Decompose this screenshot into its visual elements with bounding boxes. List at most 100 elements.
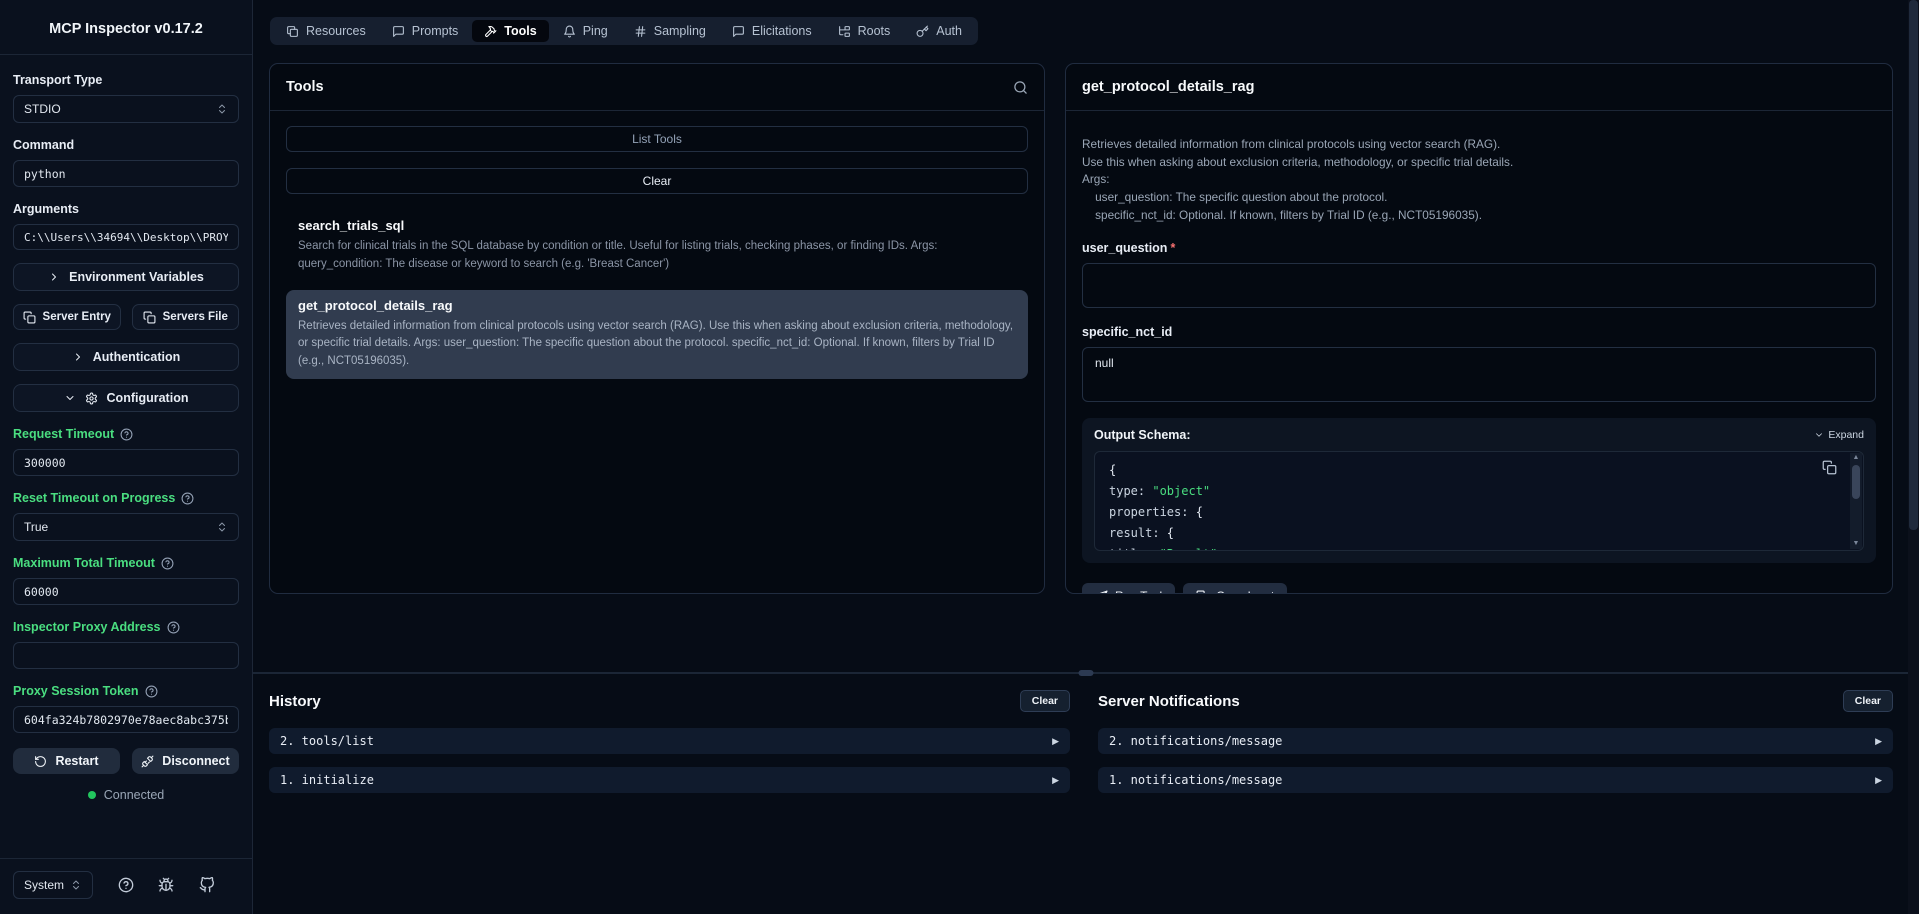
schema-code-box: { type: "object" properties: { result: {… bbox=[1094, 451, 1864, 551]
page-scrollbar[interactable] bbox=[1908, 0, 1919, 914]
specific-nct-id-label: specific_nct_id bbox=[1082, 325, 1876, 339]
chevron-right-icon bbox=[72, 351, 84, 363]
user-question-label: user_question* bbox=[1082, 241, 1876, 255]
reset-timeout-select[interactable]: True bbox=[13, 513, 239, 541]
app-title: MCP Inspector v0.17.2 bbox=[0, 0, 252, 55]
accordion-row[interactable]: 1. initialize▶ bbox=[269, 767, 1070, 793]
list-tools-button[interactable]: List Tools bbox=[286, 126, 1028, 152]
accordion-row[interactable]: 2. tools/list▶ bbox=[269, 728, 1070, 754]
tab-auth[interactable]: Auth bbox=[904, 20, 974, 42]
help-icon[interactable] bbox=[161, 557, 174, 570]
scroll-down-icon[interactable]: ▼ bbox=[1853, 540, 1860, 548]
clear-history-button[interactable]: Clear bbox=[1020, 690, 1070, 712]
tab-ping[interactable]: Ping bbox=[551, 20, 620, 42]
schema-scrollbar[interactable]: ▲ ▼ bbox=[1850, 453, 1862, 549]
connection-status: Connected bbox=[13, 788, 239, 802]
run-tool-button[interactable]: Run Tool bbox=[1082, 583, 1175, 594]
send-icon bbox=[1095, 590, 1108, 594]
server-notifications-panel: Server Notifications Clear 2. notificati… bbox=[1098, 690, 1893, 793]
disconnect-button[interactable]: Disconnect bbox=[132, 748, 239, 774]
required-asterisk: * bbox=[1170, 241, 1175, 255]
clear-tools-button[interactable]: Clear bbox=[286, 168, 1028, 194]
proxy-token-input[interactable] bbox=[24, 713, 228, 727]
max-timeout-label: Maximum Total Timeout bbox=[13, 556, 239, 570]
command-input[interactable] bbox=[24, 167, 228, 181]
clear-notifications-button[interactable]: Clear bbox=[1843, 690, 1893, 712]
help-icon[interactable] bbox=[181, 492, 194, 505]
sidebar-footer: System bbox=[0, 858, 252, 914]
expand-schema-toggle[interactable]: Expand bbox=[1814, 429, 1864, 441]
restart-button[interactable]: Restart bbox=[13, 748, 120, 774]
panel-divider bbox=[253, 672, 1919, 674]
tool-detail-title: get_protocol_details_rag bbox=[1082, 79, 1254, 95]
accordion-row[interactable]: 1. notifications/message▶ bbox=[1098, 767, 1893, 793]
history-rows: 2. tools/list▶ 1. initialize▶ bbox=[269, 728, 1070, 793]
expand-arrow-icon: ▶ bbox=[1052, 736, 1059, 747]
expand-arrow-icon: ▶ bbox=[1052, 775, 1059, 786]
panel-resize-handle[interactable] bbox=[1079, 670, 1094, 676]
tools-panel-title: Tools bbox=[286, 79, 324, 95]
tool-list: search_trials_sqlSearch for clinical tri… bbox=[286, 210, 1028, 379]
tree-icon bbox=[838, 25, 851, 38]
help-icon[interactable] bbox=[120, 428, 133, 441]
tool-item-search_trials_sql[interactable]: search_trials_sqlSearch for clinical tri… bbox=[286, 210, 1028, 282]
servers-file-button[interactable]: Servers File bbox=[132, 304, 240, 330]
tab-prompts[interactable]: Prompts bbox=[380, 20, 471, 42]
output-schema-section: Output Schema: Expand { type: "object" p… bbox=[1082, 418, 1876, 563]
hash-icon bbox=[634, 25, 647, 38]
copy-schema-icon[interactable] bbox=[1822, 460, 1837, 475]
authentication-button[interactable]: Authentication bbox=[13, 343, 239, 371]
transport-type-select[interactable]: STDIO bbox=[13, 95, 239, 123]
scrollbar-thumb[interactable] bbox=[1852, 465, 1860, 499]
tab-roots[interactable]: Roots bbox=[826, 20, 903, 42]
proxy-address-label: Inspector Proxy Address bbox=[13, 620, 239, 634]
copy-icon bbox=[1196, 590, 1209, 594]
arguments-label: Arguments bbox=[13, 202, 239, 216]
arguments-input[interactable] bbox=[24, 231, 228, 244]
gear-icon bbox=[85, 392, 98, 405]
tab-elicitations[interactable]: Elicitations bbox=[720, 20, 824, 42]
request-timeout-input[interactable] bbox=[24, 456, 228, 470]
schema-code: { type: "object" properties: { result: {… bbox=[1095, 452, 1863, 551]
github-icon[interactable] bbox=[199, 877, 215, 893]
scroll-up-icon[interactable]: ▲ bbox=[1853, 454, 1860, 462]
history-panel: History Clear 2. tools/list▶1. initializ… bbox=[269, 690, 1070, 793]
proxy-address-input[interactable] bbox=[24, 649, 228, 663]
tab-resources[interactable]: Resources bbox=[274, 20, 378, 42]
bell-icon bbox=[563, 25, 576, 38]
page-scrollbar-thumb[interactable] bbox=[1909, 0, 1918, 530]
tools-panel: Tools List Tools Clear search_trials_sql… bbox=[269, 63, 1045, 594]
bug-icon[interactable] bbox=[158, 877, 174, 893]
user-question-field[interactable] bbox=[1082, 263, 1876, 308]
request-timeout-label: Request Timeout bbox=[13, 427, 239, 441]
help-icon[interactable] bbox=[145, 685, 158, 698]
tab-tools[interactable]: Tools bbox=[472, 20, 548, 42]
tool-item-get_protocol_details_rag[interactable]: get_protocol_details_ragRetrieves detail… bbox=[286, 290, 1028, 379]
copy-icon bbox=[23, 311, 36, 324]
tool-description: Retrieves detailed information from clin… bbox=[1082, 136, 1876, 224]
help-icon[interactable] bbox=[167, 621, 180, 634]
tool-detail-panel: get_protocol_details_rag Retrieves detai… bbox=[1065, 63, 1893, 594]
help-icon[interactable] bbox=[118, 877, 134, 893]
select-updown-icon bbox=[70, 879, 82, 891]
status-dot bbox=[88, 791, 96, 799]
main-area: ResourcesPromptsToolsPingSamplingElicita… bbox=[253, 0, 1919, 914]
mcp-inspector-app: MCP Inspector v0.17.2 Transport Type STD… bbox=[0, 0, 1919, 914]
configuration-button[interactable]: Configuration bbox=[13, 384, 239, 412]
tool-description: Retrieves detailed information from clin… bbox=[298, 318, 1016, 371]
tab-sampling[interactable]: Sampling bbox=[622, 20, 718, 42]
theme-select[interactable]: System bbox=[13, 871, 93, 899]
tab-bar: ResourcesPromptsToolsPingSamplingElicita… bbox=[270, 17, 978, 45]
accordion-row[interactable]: 2. notifications/message▶ bbox=[1098, 728, 1893, 754]
tool-description: Search for clinical trials in the SQL da… bbox=[298, 238, 1016, 274]
message-icon bbox=[732, 25, 745, 38]
key-icon bbox=[916, 25, 929, 38]
output-schema-label: Output Schema: bbox=[1094, 428, 1191, 442]
server-entry-button[interactable]: Server Entry bbox=[13, 304, 121, 330]
notification-rows: 2. notifications/message▶ 1. notification… bbox=[1098, 728, 1893, 793]
environment-variables-button[interactable]: Environment Variables bbox=[13, 263, 239, 291]
copy-input-button[interactable]: Copy Input bbox=[1183, 583, 1287, 594]
specific-nct-id-field[interactable]: null bbox=[1082, 347, 1876, 402]
max-timeout-input[interactable] bbox=[24, 585, 228, 599]
search-icon[interactable] bbox=[1013, 80, 1028, 95]
